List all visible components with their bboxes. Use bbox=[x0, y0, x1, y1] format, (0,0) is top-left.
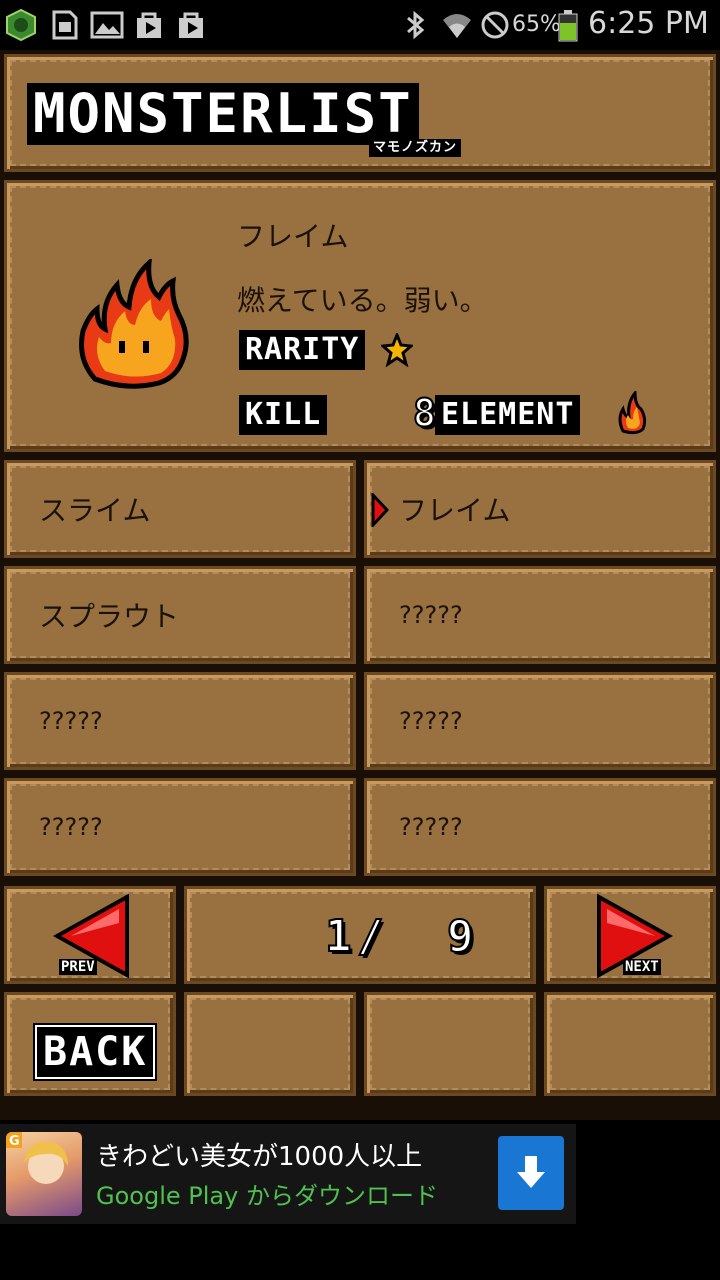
back-button[interactable]: BACK bbox=[4, 992, 176, 1096]
ad-thumbnail: G bbox=[6, 1132, 82, 1216]
image-icon bbox=[90, 8, 124, 42]
ad-subtitle: Google Play からダウンロード bbox=[96, 1182, 438, 1210]
prev-label: PREV bbox=[59, 959, 97, 975]
selection-cursor-icon bbox=[371, 491, 390, 531]
list-item-label: ????? bbox=[399, 707, 463, 735]
list-item[interactable]: ????? bbox=[364, 672, 716, 770]
list-item-label: スライム bbox=[39, 494, 151, 527]
empty-slot bbox=[364, 992, 536, 1096]
current-page: 1 bbox=[324, 910, 352, 963]
page-indicator-panel: 1 / 9 bbox=[184, 886, 536, 984]
next-label: NEXT bbox=[623, 959, 661, 975]
list-item[interactable]: ????? bbox=[364, 778, 716, 876]
list-item-label: フレイム bbox=[399, 494, 511, 527]
wifi-icon bbox=[440, 8, 474, 42]
battery-percent: 65% bbox=[512, 12, 561, 37]
ad-title: きわどい美女が1000人以上 bbox=[96, 1142, 423, 1172]
bluetooth-icon bbox=[398, 8, 432, 42]
list-item-selected[interactable]: フレイム bbox=[364, 460, 716, 558]
element-label: ELEMENT bbox=[435, 395, 581, 435]
kill-label: KILL bbox=[239, 395, 328, 435]
list-item-label: ????? bbox=[399, 813, 463, 841]
list-item-label: ????? bbox=[399, 601, 463, 629]
monster-detail-panel: フレイム 燃えている。弱い。 RARITY KILL 8 ELEMENT bbox=[4, 180, 716, 452]
list-item[interactable]: スライム bbox=[4, 460, 356, 558]
empty-slot bbox=[544, 992, 716, 1096]
title-panel: MONSTERLIST マモノズカン bbox=[4, 54, 716, 172]
fire-icon bbox=[617, 388, 647, 439]
monster-name: フレイム bbox=[237, 220, 349, 253]
ad-download-button[interactable] bbox=[498, 1136, 564, 1210]
ad-banner[interactable]: G きわどい美女が1000人以上 Google Play からダウンロード bbox=[0, 1124, 576, 1224]
list-item[interactable]: ????? bbox=[4, 778, 356, 876]
star-icon bbox=[379, 330, 415, 371]
next-page-button[interactable]: NEXT bbox=[544, 886, 716, 984]
list-item-label: ????? bbox=[39, 707, 103, 735]
play-store-icon bbox=[132, 8, 166, 42]
shopping-bag-icon bbox=[174, 8, 208, 42]
sd-card-icon bbox=[48, 8, 82, 42]
svg-text:G: G bbox=[9, 1134, 20, 1149]
page-title: MONSTERLIST bbox=[27, 83, 419, 145]
empty-slot bbox=[184, 992, 356, 1096]
list-item-label: スプラウト bbox=[39, 600, 180, 633]
flame-monster-sprite bbox=[75, 256, 193, 393]
game-app-icon bbox=[4, 8, 38, 42]
rarity-label: RARITY bbox=[239, 330, 366, 370]
list-item[interactable]: ????? bbox=[364, 566, 716, 664]
do-not-disturb-icon bbox=[478, 8, 512, 42]
list-item[interactable]: スプラウト bbox=[4, 566, 356, 664]
list-item[interactable]: ????? bbox=[4, 672, 356, 770]
page-separator: / bbox=[356, 910, 384, 963]
page-subtitle: マモノズカン bbox=[369, 139, 462, 157]
clock: 6:25 PM bbox=[588, 6, 709, 41]
download-arrow-icon bbox=[517, 1156, 545, 1188]
kill-count: 8 bbox=[412, 390, 437, 436]
list-item-label: ????? bbox=[39, 813, 103, 841]
monster-description: 燃えている。弱い。 bbox=[237, 284, 488, 317]
game-area: MONSTERLIST マモノズカン フレイム 燃えている。弱い。 RARITY… bbox=[0, 50, 720, 1120]
back-label: BACK bbox=[32, 1023, 158, 1081]
total-pages: 9 bbox=[446, 910, 474, 963]
status-bar: 65% 6:25 PM bbox=[0, 0, 720, 50]
battery-icon bbox=[556, 8, 580, 42]
prev-page-button[interactable]: PREV bbox=[4, 886, 176, 984]
